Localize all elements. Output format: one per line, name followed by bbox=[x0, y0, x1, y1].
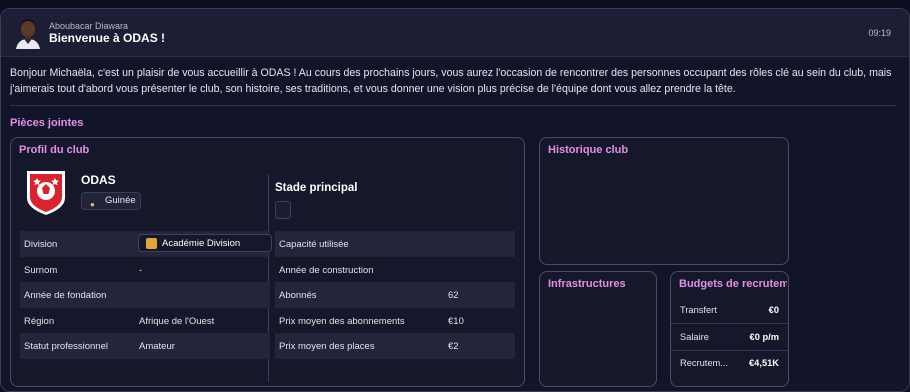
info-label: Année de construction bbox=[279, 264, 374, 276]
country-label: Guinée bbox=[105, 195, 136, 206]
stadium-row-capacity: Capacité utilisée bbox=[275, 231, 515, 257]
info-row-status: Statut professionnel Amateur bbox=[20, 333, 270, 359]
info-row-founded: Année de fondation bbox=[20, 282, 270, 308]
attachments-title: Pièces jointes bbox=[10, 117, 84, 129]
message-body: Bonjour Michaëla, c'est un plaisir de vo… bbox=[10, 67, 892, 95]
division-badge[interactable]: Académie Division bbox=[138, 234, 272, 252]
message-header: Aboubacar Diawara Bienvenue à ODAS ! 09:… bbox=[1, 9, 909, 57]
info-label: Capacité utilisée bbox=[279, 239, 349, 250]
infrastructure-card[interactable]: Infrastructures bbox=[539, 271, 657, 387]
budget-value: €0 p/m bbox=[749, 332, 779, 342]
club-profile-title: Profil du club bbox=[19, 144, 90, 156]
info-value: - bbox=[139, 264, 143, 276]
info-label: Prix moyen des places bbox=[279, 341, 375, 352]
info-value: 62 bbox=[448, 290, 459, 301]
info-value: Amateur bbox=[139, 341, 175, 352]
flag-icon: ● bbox=[90, 200, 95, 209]
budget-label: Transfert bbox=[680, 305, 717, 315]
info-label: Abonnés bbox=[279, 290, 317, 301]
budget-value: €4,51K bbox=[749, 358, 779, 368]
message-time: 09:19 bbox=[868, 28, 891, 38]
division-label: Académie Division bbox=[162, 238, 241, 249]
infrastructure-title: Infrastructures bbox=[548, 278, 626, 290]
info-label: Année de fondation bbox=[24, 290, 107, 301]
club-history-title: Historique club bbox=[548, 144, 629, 156]
recruitment-budget-card[interactable]: Budgets de recruteme Transfert €0 Salair… bbox=[670, 271, 789, 387]
message-subject: Bienvenue à ODAS ! bbox=[49, 31, 166, 45]
stadium-title: Stade principal bbox=[275, 182, 358, 194]
info-row-nickname: Surnom - bbox=[20, 257, 270, 283]
budget-row-salary: Salaire €0 p/m bbox=[671, 325, 788, 351]
country-badge[interactable]: ● Guinée bbox=[81, 192, 141, 210]
info-value: €10 bbox=[448, 315, 464, 327]
info-value: Afrique de l'Ouest bbox=[139, 315, 215, 327]
message-window: Aboubacar Diawara Bienvenue à ODAS ! 09:… bbox=[0, 8, 910, 392]
stadium-row-built: Année de construction bbox=[275, 257, 515, 283]
sender-name: Aboubacar Diawara bbox=[49, 21, 129, 31]
info-label: Région bbox=[24, 315, 55, 327]
club-profile-card[interactable]: Profil du club ODAS ● Guinée Division Ac… bbox=[10, 137, 525, 387]
budget-label: Salaire bbox=[680, 332, 709, 342]
stadium-row-subscribers: Abonnés 62 bbox=[275, 282, 515, 308]
club-name: ODAS bbox=[81, 173, 116, 187]
info-row-region: Région Afrique de l'Ouest bbox=[20, 308, 270, 334]
budget-label: Recrutem... bbox=[680, 358, 729, 368]
info-row-division: Division Académie Division bbox=[20, 231, 272, 257]
division-icon bbox=[146, 238, 157, 249]
club-crest-icon[interactable] bbox=[23, 168, 69, 216]
budget-row-transfer: Transfert €0 bbox=[671, 298, 788, 324]
divider bbox=[10, 105, 896, 106]
stadium-row-season-price: Prix moyen des abonnements €10 bbox=[275, 308, 515, 334]
stadium-icon[interactable] bbox=[275, 201, 291, 219]
info-label: Surnom bbox=[24, 264, 58, 276]
info-label: Statut professionnel bbox=[24, 341, 108, 352]
budget-row-scouting: Recrutem... €4,51K bbox=[671, 351, 788, 377]
budget-title: Budgets de recruteme bbox=[679, 278, 787, 290]
info-label: Division bbox=[24, 239, 58, 250]
sender-avatar[interactable] bbox=[15, 17, 41, 49]
budget-value: €0 bbox=[768, 305, 779, 315]
info-label: Prix moyen des abonnements bbox=[279, 315, 405, 327]
club-history-card[interactable]: Historique club bbox=[539, 137, 789, 265]
stadium-row-ticket-price: Prix moyen des places €2 bbox=[275, 333, 515, 359]
info-value: €2 bbox=[448, 341, 459, 352]
